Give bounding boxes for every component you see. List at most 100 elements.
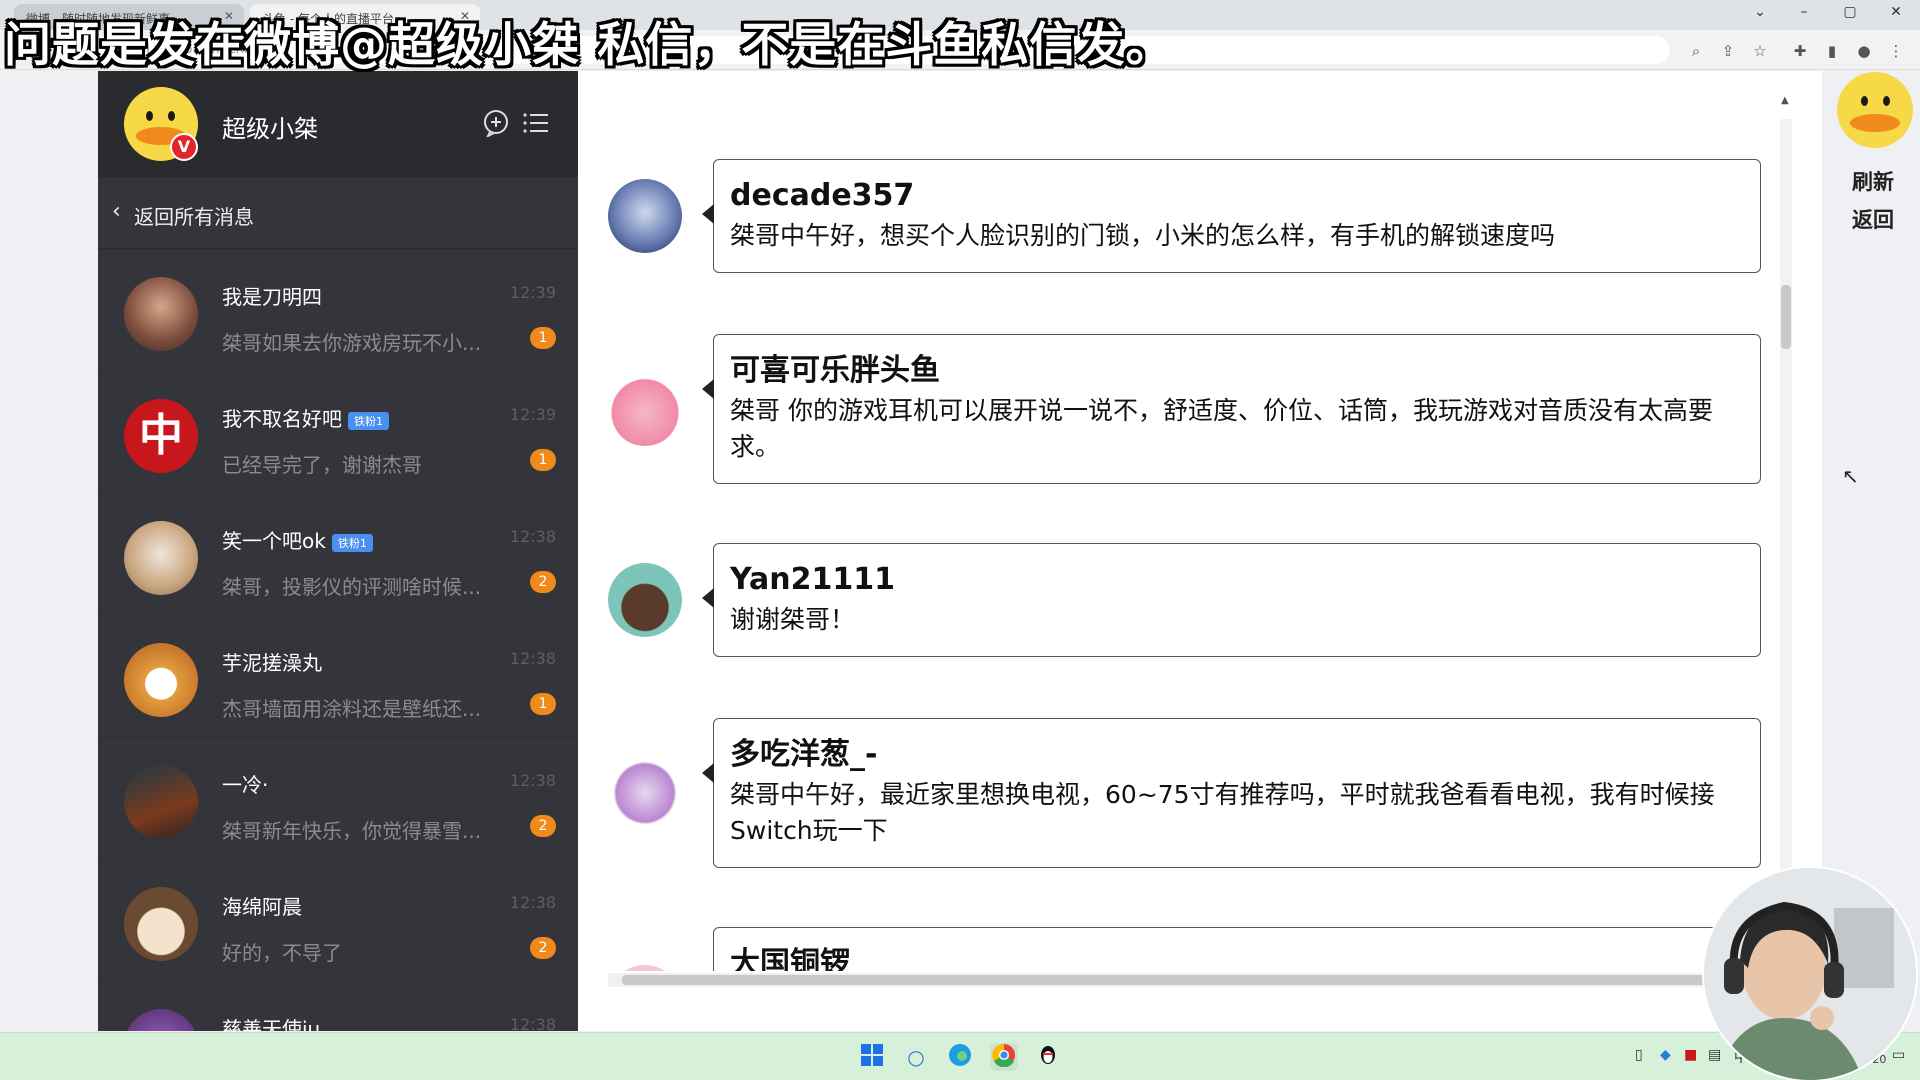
chrome-browser-icon[interactable] (990, 1043, 1018, 1071)
webcam-overlay (1702, 866, 1918, 1080)
refresh-button[interactable]: 刷新 (1852, 166, 1894, 196)
profile-icon[interactable]: ● (1853, 40, 1875, 62)
scroll-up-arrow-icon[interactable]: ▲ (1781, 95, 1789, 106)
conversation-preview: 已经导完了，谢谢杰哥 (222, 453, 422, 477)
vertical-scrollbar[interactable]: ▲ (1780, 95, 1792, 939)
scrollbar-thumb[interactable] (1781, 285, 1791, 349)
back-label: 返回所有消息 (134, 205, 254, 229)
conversation-time: 12:38 (509, 1015, 556, 1031)
profile-name: 超级小桀 (222, 115, 318, 143)
duck-eye (1861, 96, 1868, 106)
conversation-item[interactable]: 一冷· 12:38 桀哥新年快乐，你觉得暴雪... 2 (98, 737, 578, 859)
tray-battery-icon[interactable]: ▯ (1635, 1047, 1643, 1063)
share-icon[interactable]: ⇪ (1717, 40, 1739, 62)
avatar (124, 765, 198, 839)
horizontal-scrollbar[interactable] (608, 973, 1758, 987)
side-panel-icon[interactable]: ▮ (1821, 40, 1843, 62)
new-message-icon[interactable] (482, 109, 510, 139)
conversation-time: 12:39 (509, 283, 556, 302)
minimize-icon[interactable]: – (1784, 4, 1824, 20)
avatar[interactable] (608, 965, 682, 971)
message-text: 桀哥中午好，想买个人脸识别的门锁，小米的怎么样，有手机的解锁速度吗 (730, 221, 1556, 250)
message-text: 桀哥中午好，最近家里想换电视，60~75寸有推荐吗，平时就我爸看看电视，我有时候… (730, 780, 1715, 845)
conversation-preview: 桀哥，投影仪的评测啥时候... (222, 575, 482, 599)
conversation-item[interactable]: 海绵阿晨 12:38 好的，不导了 2 (98, 859, 578, 981)
taskbar: ○ ▯ ◆ ■ ▤ 中 2023/1/20 ▭ (0, 1032, 1920, 1080)
video-caption: 问题是发在微博@超级小桀 私信，不是在斗鱼私信发。 (4, 18, 1174, 73)
unread-count-badge: 2 (530, 937, 556, 959)
conversation-item[interactable]: 笑一个吧ok 铁粉1 12:38 桀哥，投影仪的评测啥时候... 2 (98, 493, 578, 615)
conversation-name: 一冷· (222, 773, 269, 797)
edge-browser-icon[interactable] (946, 1043, 974, 1071)
mouse-cursor-icon: ↖ (1842, 464, 1859, 488)
conversation-item[interactable]: 芋泥搓澡丸 12:38 杰哥墙面用涂料还是壁纸还... 1 (98, 615, 578, 737)
duck-eye (146, 111, 153, 121)
conversation-preview: 杰哥墙面用涂料还是壁纸还... (222, 697, 482, 721)
conversation-name: 芋泥搓澡丸 (222, 651, 322, 675)
tab-search-icon[interactable]: ⌄ (1740, 4, 1780, 20)
extensions-icon[interactable]: ✚ (1789, 40, 1811, 62)
conversation-time: 12:38 (509, 893, 556, 912)
avatar (124, 887, 198, 961)
message-list[interactable]: decade357 桀哥中午好，想买个人脸识别的门锁，小米的怎么样，有手机的解锁… (578, 71, 1798, 971)
conversation-item[interactable]: 我是刀明四 12:39 桀哥如果去你游戏房玩不小... 1 (98, 249, 578, 371)
unread-count-badge: 1 (530, 327, 556, 349)
avatar[interactable] (608, 179, 682, 253)
unread-count-badge: 1 (530, 449, 556, 471)
conversation-item[interactable]: 中 我不取名好吧 铁粉1 12:39 已经导完了，谢谢杰哥 1 (98, 371, 578, 493)
conversation-preview: 桀哥新年快乐，你觉得暴雪... (222, 819, 482, 843)
conversation-name: 海绵阿晨 (222, 895, 302, 919)
avatar[interactable] (608, 563, 682, 637)
conversation-item[interactable]: 慈善天使iu 12:38 (98, 981, 578, 1031)
conversation-time: 12:38 (509, 649, 556, 668)
message-sender: decade357 (730, 178, 915, 213)
unread-count-badge: 1 (530, 693, 556, 715)
windows-start-icon[interactable] (858, 1043, 886, 1071)
tray-shield-icon[interactable]: ◆ (1660, 1047, 1671, 1063)
zoom-icon[interactable]: ⌕ (1685, 40, 1707, 62)
bookmark-star-icon[interactable]: ☆ (1749, 40, 1771, 62)
message-area: decade357 桀哥中午好，想买个人脸识别的门锁，小米的怎么样，有手机的解锁… (578, 71, 1822, 1031)
avatar (124, 1009, 198, 1031)
message-bubble: 大国铜锣 (713, 927, 1761, 971)
conversation-preview: 好的，不导了 (222, 941, 342, 965)
avatar[interactable] (608, 756, 682, 830)
duck-eye (1883, 96, 1890, 106)
message-text: 谢谢桀哥！ (730, 605, 856, 634)
scrollbar-thumb[interactable] (622, 975, 1722, 985)
conversation-name: 笑一个吧ok 铁粉1 (222, 525, 373, 554)
qq-penguin-icon[interactable] (1034, 1043, 1062, 1071)
chevron-left-icon: ‹ (112, 199, 121, 224)
message-text: 桀哥 你的游戏耳机可以展开说一说不，舒适度、价位、话筒，我玩游戏对音质没有太高要… (730, 396, 1713, 461)
message-bubble: Yan21111 谢谢桀哥！ (702, 543, 1761, 657)
close-window-icon[interactable]: ✕ (1876, 4, 1916, 20)
tray-app-icon[interactable]: ■ (1684, 1047, 1697, 1063)
message-sender: 可喜可乐胖头鱼 (730, 353, 940, 388)
conversation-time: 12:38 (509, 527, 556, 546)
panel-header: V 超级小桀 (98, 71, 578, 177)
more-menu-icon[interactable]: ⋮ (1885, 40, 1907, 62)
duck-eye (168, 111, 175, 121)
conversation-time: 12:39 (509, 405, 556, 424)
tray-network-icon[interactable]: ▤ (1708, 1047, 1721, 1063)
verified-badge: V (170, 133, 198, 161)
avatar (124, 643, 198, 717)
message-sender: 大国铜锣 (730, 946, 850, 971)
cortana-icon[interactable]: ○ (902, 1043, 930, 1071)
menu-list-icon[interactable] (522, 109, 550, 137)
conversation-name: 我是刀明四 (222, 285, 322, 309)
conversation-panel: V 超级小桀 ‹ 返回所有消息 我是刀明四 12:39 桀哥如果去你游戏房玩不小… (98, 71, 578, 1031)
unread-count-badge: 2 (530, 815, 556, 837)
maximize-icon[interactable]: ▢ (1830, 4, 1870, 20)
conversation-name: 我不取名好吧 铁粉1 (222, 403, 389, 432)
conversation-name: 慈善天使iu (222, 1017, 321, 1031)
return-button[interactable]: 返回 (1852, 204, 1894, 234)
message-bubble: decade357 桀哥中午好，想买个人脸识别的门锁，小米的怎么样，有手机的解锁… (702, 159, 1761, 273)
message-sender: Yan21111 (730, 562, 895, 597)
unread-count-badge: 2 (530, 571, 556, 593)
avatar[interactable] (608, 372, 682, 446)
avatar (124, 521, 198, 595)
notification-icon[interactable]: ▭ (1892, 1047, 1905, 1063)
duck-beak (1850, 114, 1900, 132)
back-to-all-messages[interactable]: ‹ 返回所有消息 (98, 177, 578, 249)
